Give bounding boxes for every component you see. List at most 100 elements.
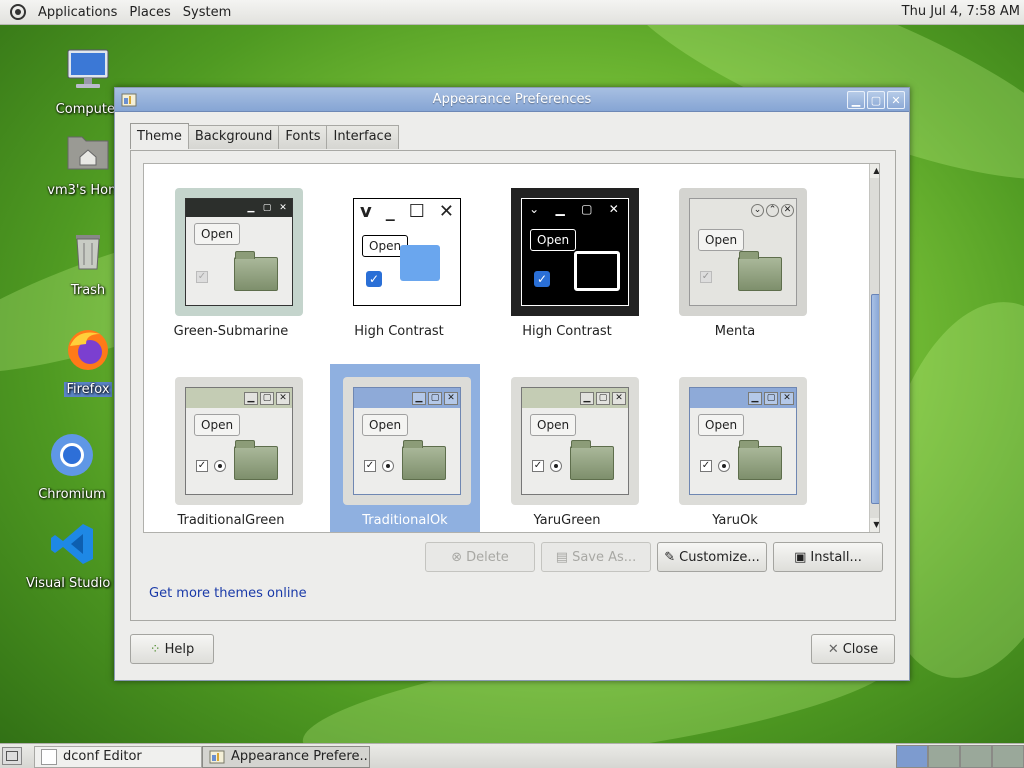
appearance-app-icon — [209, 750, 225, 764]
tab-interface[interactable]: Interface — [326, 125, 399, 149]
preview-open-button: Open — [698, 229, 745, 251]
preview-titlebar: ▁ ▢ ✕ — [186, 388, 292, 408]
dconf-editor-icon — [41, 749, 57, 765]
theme-preview: ▁ ▢ ✕ Open ✓ — [175, 377, 303, 505]
checkbox-icon: ✓ — [196, 271, 208, 283]
desktop-icon-vscode[interactable]: Visual Studio Code — [26, 520, 120, 591]
radio-icon — [382, 460, 394, 472]
preview-open-button: Open — [530, 229, 577, 251]
menu-places[interactable]: Places — [123, 5, 176, 20]
scroll-down-arrow-icon[interactable]: ▼ — [870, 518, 879, 532]
edit-icon: ✎ — [664, 549, 676, 565]
preview-maximize-icon: ▢ — [262, 202, 272, 213]
taskbar-item-appearance-preferences[interactable]: Appearance Prefere... — [202, 746, 370, 768]
preview-chevron-icon: ⌄ — [529, 202, 540, 216]
radio-icon — [718, 460, 730, 472]
maximize-button[interactable]: ▢ — [867, 91, 885, 109]
preview-titlebar: ▁ ▢ ✕ — [522, 388, 628, 408]
preview-close-icon: ✕ — [276, 391, 290, 405]
preview-open-button: Open — [194, 223, 241, 245]
preview-titlebar: ▁ ▢ ✕ — [186, 199, 292, 217]
save-as-button[interactable]: ▤ Save As... — [541, 542, 651, 572]
taskbar-item-label: dconf Editor — [63, 749, 142, 764]
preview-titlebar: ▁ ▢ ✕ — [690, 388, 796, 408]
window-title: Appearance Preferences — [432, 92, 592, 107]
workspace-switcher — [896, 745, 1024, 768]
help-button[interactable]: ⁘ Help — [130, 634, 214, 664]
taskbar-item-dconf-editor[interactable]: dconf Editor — [34, 746, 202, 768]
desktop-icon-label: Visual Studio Code — [26, 576, 120, 591]
close-label: Close — [842, 641, 879, 657]
window-titlebar[interactable]: Appearance Preferences ▁ ▢ ✕ — [115, 88, 909, 112]
folder-icon — [234, 440, 278, 480]
workspace-1[interactable] — [896, 745, 928, 768]
preview-maximize-icon: ▢ — [764, 391, 778, 405]
scroll-thumb[interactable] — [871, 294, 879, 504]
theme-item-green-submarine[interactable]: ▁ ▢ ✕ Open ✓ Green-Submarine — [156, 164, 306, 339]
tab-background[interactable]: Background — [187, 125, 280, 149]
theme-item-high-contrast[interactable]: v _ ☐ ✕ Open ✓ High Contrast — [324, 164, 474, 339]
checkbox-icon: ✓ — [534, 271, 550, 287]
preview-window: ▁ ▢ ✕ Open ✓ — [185, 387, 293, 495]
preview-close-icon: ✕ — [781, 203, 794, 217]
workspace-2[interactable] — [928, 745, 960, 768]
preview-close-icon: ✕ — [279, 202, 287, 213]
theme-name: YaruOk — [712, 513, 758, 528]
checkbox-icon: ✓ — [364, 460, 376, 472]
theme-tab-panel: ▁ ▢ ✕ Open ✓ Green-Submarine v _ ☐ ✕ Ope… — [130, 150, 896, 621]
theme-name: TraditionalGreen — [177, 513, 285, 528]
theme-item-traditional-ok[interactable]: ▁ ▢ ✕ Open ✓ TraditionalOk — [330, 364, 480, 532]
theme-name: TraditionalOk — [362, 513, 448, 528]
theme-item-high-contrast-inverse[interactable]: ⌄ ▁ ▢ ✕ Open ✓ High Contrast — [492, 164, 642, 339]
bottom-taskbar: dconf Editor Appearance Prefere... — [0, 743, 1024, 768]
tab-theme[interactable]: Theme — [130, 123, 189, 149]
preview-titlebar: ▁ ▢ ✕ — [354, 388, 460, 408]
preview-open-button: Open — [194, 414, 241, 436]
theme-list[interactable]: ▁ ▢ ✕ Open ✓ Green-Submarine v _ ☐ ✕ Ope… — [143, 163, 880, 533]
menu-applications[interactable]: Applications — [32, 5, 123, 20]
desktop-icon-label: Chromium — [38, 487, 106, 502]
desktop-icon-chromium[interactable]: Chromium — [24, 431, 120, 502]
menu-system[interactable]: System — [177, 5, 237, 20]
preview-open-button: Open — [698, 414, 745, 436]
computer-icon — [67, 49, 109, 88]
home-folder-icon — [67, 136, 109, 170]
preview-window: ▁ ▢ ✕ Open ✓ — [521, 387, 629, 495]
preview-minimize-icon: ▁ — [412, 391, 426, 405]
theme-item-traditional-green[interactable]: ▁ ▢ ✕ Open ✓ TraditionalGreen — [156, 364, 306, 532]
show-desktop-button[interactable] — [2, 747, 22, 765]
workspace-4[interactable] — [992, 745, 1024, 768]
scroll-up-arrow-icon[interactable]: ▲ — [870, 164, 879, 178]
workspace-3[interactable] — [960, 745, 992, 768]
install-button[interactable]: ▣ Install... — [773, 542, 883, 572]
clock[interactable]: Thu Jul 4, 7:58 AM — [902, 4, 1020, 19]
theme-item-yaru-green[interactable]: ▁ ▢ ✕ Open ✓ YaruGreen — [492, 364, 642, 532]
close-button[interactable]: ✕ Close — [811, 634, 895, 664]
minimize-icon: ▁ — [851, 93, 861, 107]
checkbox-icon: ✓ — [700, 271, 712, 283]
preview-maximize-icon: ⌃ — [766, 203, 779, 217]
folder-icon — [400, 245, 440, 281]
theme-list-scrollbar[interactable]: ▲ ▼ — [869, 164, 879, 532]
tab-bar: Theme Background Fonts Interface — [130, 123, 399, 149]
theme-preview: ▁ ▢ ✕ Open ✓ — [679, 377, 807, 505]
theme-preview: v _ ☐ ✕ Open ✓ — [343, 188, 471, 316]
close-window-button[interactable]: ✕ — [887, 91, 905, 109]
minimize-button[interactable]: ▁ — [847, 91, 865, 109]
preview-titlebar: v _ ☐ ✕ — [354, 199, 460, 223]
theme-item-yaru-ok[interactable]: ▁ ▢ ✕ Open ✓ YaruOk — [660, 364, 810, 532]
theme-item-menta[interactable]: ⌄ ⌃ ✕ Open ✓ Menta — [660, 164, 810, 339]
delete-button[interactable]: ⊗ Delete — [425, 542, 535, 572]
preview-minimize-icon: ▁ — [247, 202, 255, 213]
preview-maximize-icon: ▢ — [596, 391, 610, 405]
tab-fonts[interactable]: Fonts — [278, 125, 328, 149]
customize-button[interactable]: ✎ Customize... — [657, 542, 767, 572]
get-more-themes-link[interactable]: Get more themes online — [149, 586, 307, 601]
preview-open-button: Open — [530, 414, 577, 436]
firefox-icon — [68, 330, 108, 370]
install-label: Install... — [810, 549, 862, 565]
preview-maximize-icon: ▢ — [581, 202, 593, 216]
checkbox-icon: ✓ — [700, 460, 712, 472]
preview-titlebar: ⌄ ⌃ ✕ — [690, 199, 796, 221]
radio-icon — [550, 460, 562, 472]
